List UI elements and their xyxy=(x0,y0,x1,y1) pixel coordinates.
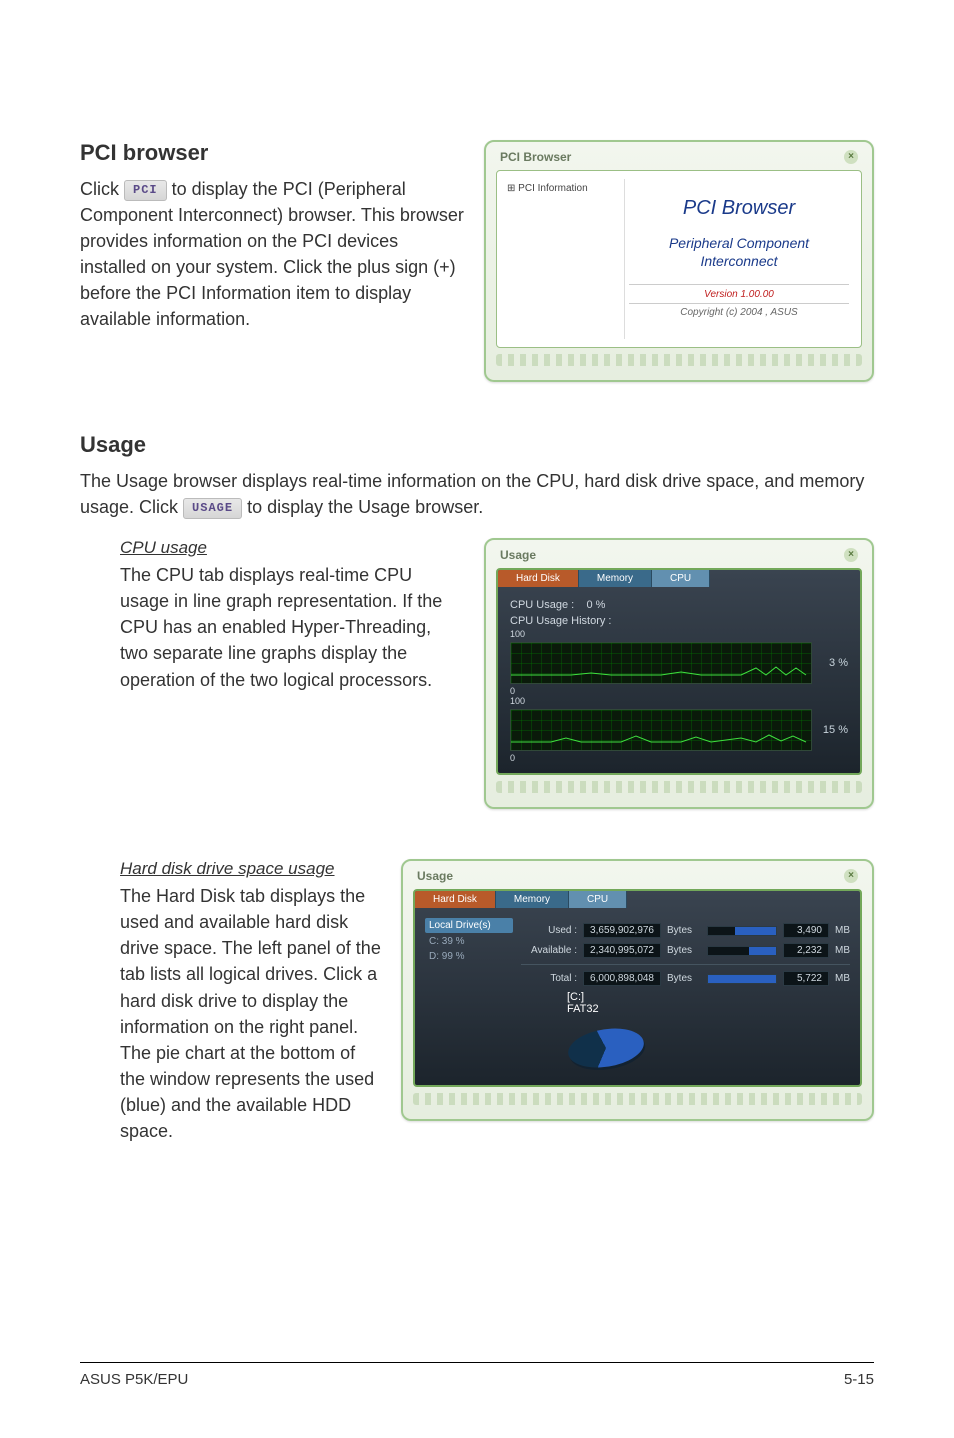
pci-browser-window: PCI Browser × ⊞ PCI Information PCI Brow… xyxy=(484,140,874,382)
usage-section-title: Usage xyxy=(80,432,874,458)
axis-bot-1: 0 xyxy=(510,686,515,696)
usage-intro-post: to display the Usage browser. xyxy=(247,497,483,517)
used-unit: Bytes xyxy=(667,925,701,936)
close-icon[interactable]: × xyxy=(844,869,858,883)
tab-cpu[interactable]: CPU xyxy=(569,891,627,908)
total-bytes: 6,000,898,048 xyxy=(583,971,661,986)
tab-memory[interactable]: Memory xyxy=(496,891,569,908)
hdd-row-total: Total : 6,000,898,048 Bytes 5,722 MB xyxy=(521,971,850,986)
avail-unit: Bytes xyxy=(667,945,701,956)
pci-body-post: to display the PCI (Peripheral Component… xyxy=(80,179,464,329)
pci-window-title: PCI Browser xyxy=(500,150,571,164)
usage-icon-button[interactable]: USAGE xyxy=(183,498,242,519)
page-footer: ASUS P5K/EPU 5-15 xyxy=(80,1362,874,1388)
cpu-usage-body: The CPU tab displays real-time CPU usage… xyxy=(120,562,464,692)
drive-item-d[interactable]: D: 99 % xyxy=(425,950,513,963)
hdd-row-used: Used : 3,659,902,976 Bytes 3,490 MB xyxy=(521,923,850,938)
used-label: Used : xyxy=(521,925,577,936)
hdd-usage-body: The Hard Disk tab displays the used and … xyxy=(120,883,381,1144)
axis-bot-2: 0 xyxy=(510,753,515,763)
usage-intro: The Usage browser displays real-time inf… xyxy=(80,468,874,520)
avail-bytes: 2,340,995,072 xyxy=(583,943,661,958)
axis-top-2: 100 xyxy=(510,696,525,706)
axis-top-1: 100 xyxy=(510,629,525,639)
pci-version: Version 1.00.00 xyxy=(629,284,849,300)
pci-tree[interactable]: ⊞ PCI Information xyxy=(505,179,625,339)
tab-memory[interactable]: Memory xyxy=(579,570,652,587)
total-mb-unit: MB xyxy=(835,973,850,984)
pci-copyright: Copyright (c) 2004 , ASUS xyxy=(629,303,849,318)
total-mb: 5,722 xyxy=(783,971,829,986)
close-icon[interactable]: × xyxy=(844,150,858,164)
used-bar xyxy=(707,926,777,936)
tab-hard-disk[interactable]: Hard Disk xyxy=(415,891,496,908)
usage-tabs: Hard Disk Memory CPU xyxy=(498,570,860,587)
tree-expand-icon[interactable]: ⊞ xyxy=(507,183,518,194)
cpu-usage-window: Usage × Hard Disk Memory CPU CPU Usage :… xyxy=(484,538,874,809)
pci-tree-root[interactable]: PCI Information xyxy=(518,183,587,194)
cpu-history-label: CPU Usage History : xyxy=(510,615,848,627)
close-icon[interactable]: × xyxy=(844,548,858,562)
tab-cpu[interactable]: CPU xyxy=(652,570,710,587)
separator xyxy=(521,964,850,965)
drive-id: [C:] xyxy=(567,991,584,1003)
cpu-graph-1 xyxy=(510,642,812,684)
cpu-pct-1: 3 % xyxy=(818,657,848,669)
cpu-line-2 xyxy=(511,732,811,744)
pci-section-title: PCI browser xyxy=(80,140,464,166)
used-mb: 3,490 xyxy=(783,923,829,938)
avail-mb: 2,232 xyxy=(783,943,829,958)
hdd-usage-heading: Hard disk drive space usage xyxy=(120,859,381,879)
pci-body-text: Click PCI to display the PCI (Peripheral… xyxy=(80,176,464,333)
hdd-row-available: Available : 2,340,995,072 Bytes 2,232 MB xyxy=(521,943,850,958)
footer-left: ASUS P5K/EPU xyxy=(80,1371,188,1388)
avail-mb-unit: MB xyxy=(835,945,850,956)
avail-bar xyxy=(707,946,777,956)
pci-icon-button[interactable]: PCI xyxy=(124,180,167,201)
cpu-usage-heading: CPU usage xyxy=(120,538,464,558)
pci-heading: PCI Browser xyxy=(629,197,849,220)
avail-label: Available : xyxy=(521,945,577,956)
total-label: Total : xyxy=(521,973,577,984)
cpu-window-title: Usage xyxy=(500,548,536,562)
tab-hard-disk[interactable]: Hard Disk xyxy=(498,570,579,587)
cpu-line-1 xyxy=(511,665,811,677)
pci-subheading: Peripheral Component Interconnect xyxy=(629,234,849,270)
drive-item-c[interactable]: C: 39 % xyxy=(425,933,513,950)
used-bytes: 3,659,902,976 xyxy=(583,923,661,938)
cpu-usage-label: CPU Usage : xyxy=(510,599,574,611)
hdd-window-title: Usage xyxy=(417,869,453,883)
hdd-pie-chart xyxy=(560,1022,652,1075)
footer-right: 5-15 xyxy=(844,1371,874,1388)
used-mb-unit: MB xyxy=(835,925,850,936)
window-resize-grip[interactable] xyxy=(496,781,862,793)
cpu-graph-2 xyxy=(510,709,812,751)
local-drives-header: Local Drive(s) xyxy=(425,918,513,933)
drive-fs: FAT32 xyxy=(567,1003,599,1015)
hdd-usage-window: Usage × Hard Disk Memory CPU Local Drive… xyxy=(401,859,874,1121)
window-resize-grip[interactable] xyxy=(413,1093,862,1105)
cpu-usage-value: 0 % xyxy=(586,599,605,611)
window-resize-grip[interactable] xyxy=(496,354,862,366)
usage-tabs: Hard Disk Memory CPU xyxy=(415,891,860,908)
cpu-pct-2: 15 % xyxy=(818,724,848,736)
pci-body-pre: Click xyxy=(80,179,124,199)
total-unit: Bytes xyxy=(667,973,701,984)
total-bar xyxy=(707,974,777,984)
